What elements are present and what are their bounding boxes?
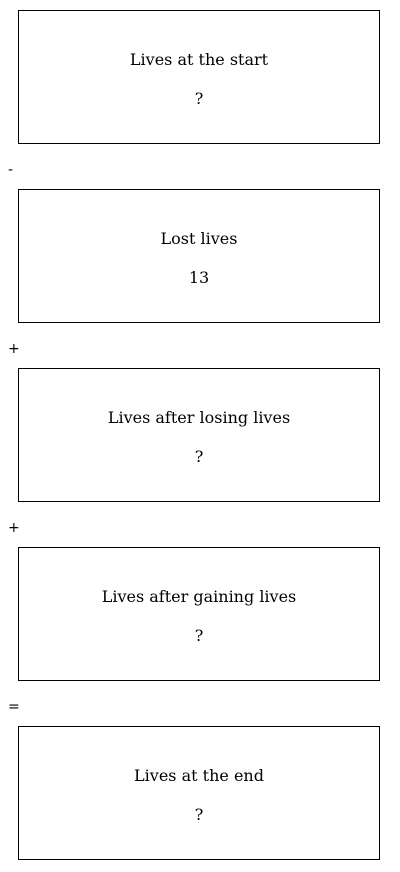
operator-minus: -: [8, 162, 14, 178]
box-lives-at-start: Lives at the start ?: [18, 10, 380, 144]
box-lives-after-gaining: Lives after gaining lives ?: [18, 547, 380, 681]
box-value: ?: [194, 626, 204, 645]
box-value: ?: [194, 447, 204, 466]
operator-plus-2: +: [8, 520, 20, 536]
box-label: Lost lives: [160, 229, 238, 248]
box-label: Lives at the start: [129, 50, 269, 69]
box-value: ?: [194, 805, 204, 824]
box-lives-after-losing: Lives after losing lives ?: [18, 368, 380, 502]
box-lives-at-end: Lives at the end ?: [18, 726, 380, 860]
box-label: Lives after gaining lives: [101, 587, 297, 606]
box-value: 13: [188, 268, 210, 287]
operator-equals: =: [8, 699, 20, 715]
operator-plus-1: +: [8, 341, 20, 357]
box-lost-lives: Lost lives 13: [18, 189, 380, 323]
box-label: Lives at the end: [134, 766, 264, 785]
box-value: ?: [194, 89, 204, 108]
box-label: Lives after losing lives: [107, 408, 291, 427]
